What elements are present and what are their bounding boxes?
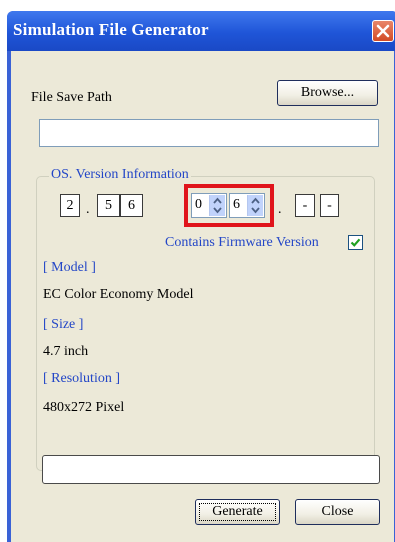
version-digit-1: 2 [60,194,80,217]
close-window-button[interactable] [372,20,394,42]
version-digit-3: 6 [120,194,143,217]
status-field [42,455,380,484]
generate-button[interactable]: Generate [195,499,280,525]
close-icon [376,24,390,38]
model-header: [ Model ] [43,260,96,275]
firmware-version-label[interactable]: Contains Firmware Version [165,235,319,251]
size-value: 4.7 inch [43,344,89,359]
dialog-client-area: File Save Path Browse... OS. Version Inf… [11,51,394,542]
spinner-highlight-box [184,184,274,227]
version-digit-trailing-1: - [295,194,315,217]
model-value: EC Color Economy Model [43,287,194,302]
dialog-window: Simulation File Generator File Save Path… [7,11,395,542]
resolution-value: 480x272 Pixel [43,400,125,415]
window-title: Simulation File Generator [13,20,209,39]
resolution-header: [ Resolution ] [43,371,120,386]
size-header: [ Size ] [43,317,84,332]
os-version-group-title: OS. Version Information [49,167,191,183]
version-digit-trailing-2: - [320,194,339,217]
close-button[interactable]: Close [295,499,380,525]
title-bar[interactable]: Simulation File Generator [7,11,395,51]
file-save-path-label: File Save Path [31,90,112,105]
browse-button[interactable]: Browse... [277,80,378,106]
version-digit-2: 5 [97,194,120,217]
checkmark-icon [350,238,361,247]
save-path-field[interactable] [39,119,379,147]
version-separator: . [86,202,90,217]
version-separator: . [278,202,282,217]
firmware-version-checkbox[interactable] [348,235,363,250]
